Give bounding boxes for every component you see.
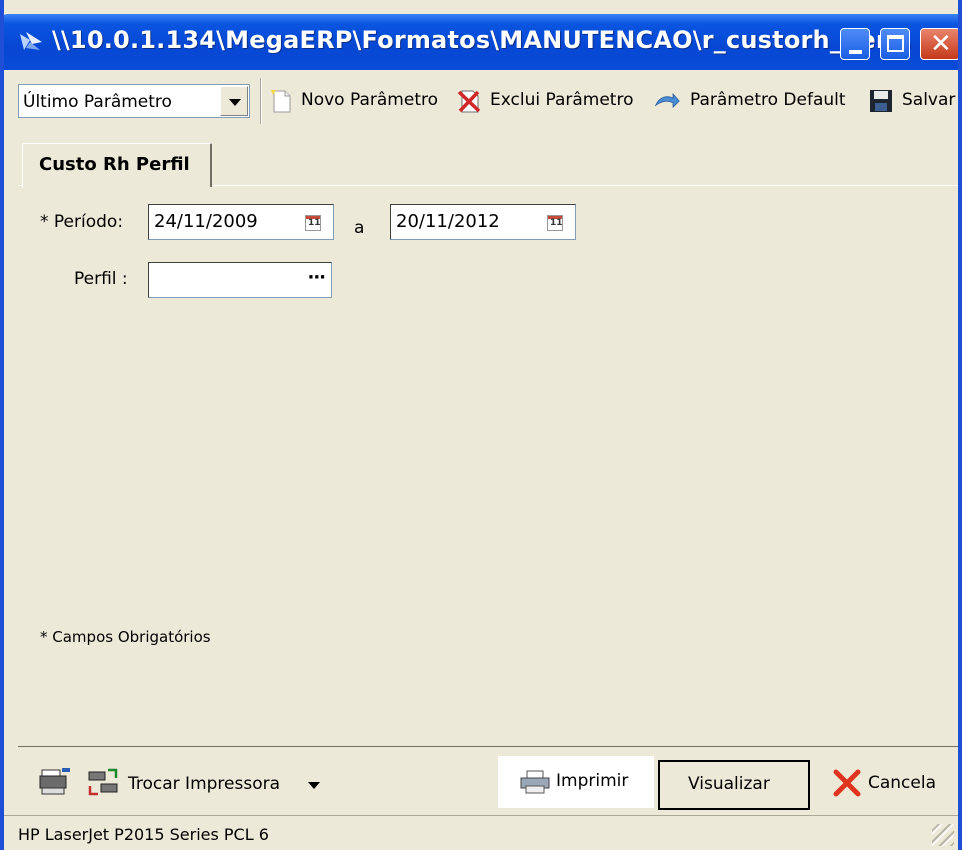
parametro-default-label: Parâmetro Default (690, 90, 846, 110)
periodo-label: * Período: (40, 212, 124, 232)
chevron-down-icon (229, 99, 241, 106)
novo-parametro-label: Novo Parâmetro (301, 90, 438, 110)
parameter-select[interactable]: Último Parâmetro (18, 84, 250, 118)
salvar-label: Salvar (902, 90, 956, 110)
visualizar-label: Visualizar (688, 774, 770, 794)
bottom-bar: Trocar Impressora Imprimir Visualizar Ca… (4, 752, 958, 812)
cancela-button[interactable]: Cancela (830, 766, 950, 800)
tab-label: Custo Rh Perfil (39, 154, 190, 175)
exclui-parametro-label: Exclui Parâmetro (490, 90, 634, 110)
periodo-end-value: 20/11/2012 (396, 211, 500, 232)
cancela-label: Cancela (868, 773, 937, 793)
periodo-start-field[interactable]: 24/11/2009 (148, 204, 334, 240)
switch-printer-icon (88, 768, 118, 796)
minimize-icon (849, 50, 862, 54)
toolbar: Último Parâmetro Novo Parâmetro Exclui P… (4, 70, 958, 134)
cancel-x-icon (833, 769, 861, 797)
save-icon (870, 90, 892, 112)
maximize-button[interactable] (880, 28, 910, 60)
visualizar-button[interactable]: Visualizar (658, 760, 810, 810)
new-document-icon (271, 90, 291, 113)
imprimir-button[interactable]: Imprimir (498, 756, 654, 808)
chevron-down-icon (308, 782, 320, 789)
calendar-icon[interactable] (305, 215, 321, 231)
periodo-start-value: 24/11/2009 (154, 211, 258, 232)
perfil-field[interactable]: ··· (148, 262, 332, 298)
printer-setup-icon[interactable] (38, 766, 72, 798)
printer-status: HP LaserJet P2015 Series PCL 6 (18, 825, 269, 844)
perfil-label: Perfil : (74, 269, 128, 289)
app-icon (20, 32, 42, 50)
toolbar-separator (260, 78, 262, 124)
delete-document-icon (457, 90, 481, 113)
calendar-icon[interactable] (547, 215, 563, 231)
app-window: \\10.0.1.134\MegaERP\Formatos\MANUTENCAO… (0, 0, 962, 850)
close-icon: ✕ (930, 29, 952, 59)
resize-grip[interactable] (932, 824, 954, 846)
tab-custo-rh-perfil[interactable]: Custo Rh Perfil (22, 143, 212, 187)
imprimir-label: Imprimir (556, 771, 629, 791)
required-fields-note: * Campos Obrigatórios (40, 628, 211, 646)
printer-icon (520, 770, 550, 794)
default-arrow-icon (654, 92, 680, 109)
dropdown-button[interactable] (220, 86, 248, 116)
perfil-lookup-button[interactable]: ··· (307, 267, 325, 288)
title-bar[interactable]: \\10.0.1.134\MegaERP\Formatos\MANUTENCAO… (4, 14, 958, 70)
periodo-end-field[interactable]: 20/11/2012 (390, 204, 576, 240)
trocar-impressora-label: Trocar Impressora (128, 774, 281, 794)
trocar-impressora-button[interactable]: Trocar Impressora (86, 766, 336, 800)
periodo-separator: a (354, 218, 365, 238)
parameter-select-value: Último Parâmetro (23, 92, 172, 112)
window-title: \\10.0.1.134\MegaERP\Formatos\MANUTENCAO… (52, 26, 913, 54)
status-bar: HP LaserJet P2015 Series PCL 6 (4, 815, 958, 850)
close-button[interactable]: ✕ (920, 28, 958, 60)
maximize-icon (887, 35, 904, 52)
minimize-button[interactable] (840, 28, 870, 60)
